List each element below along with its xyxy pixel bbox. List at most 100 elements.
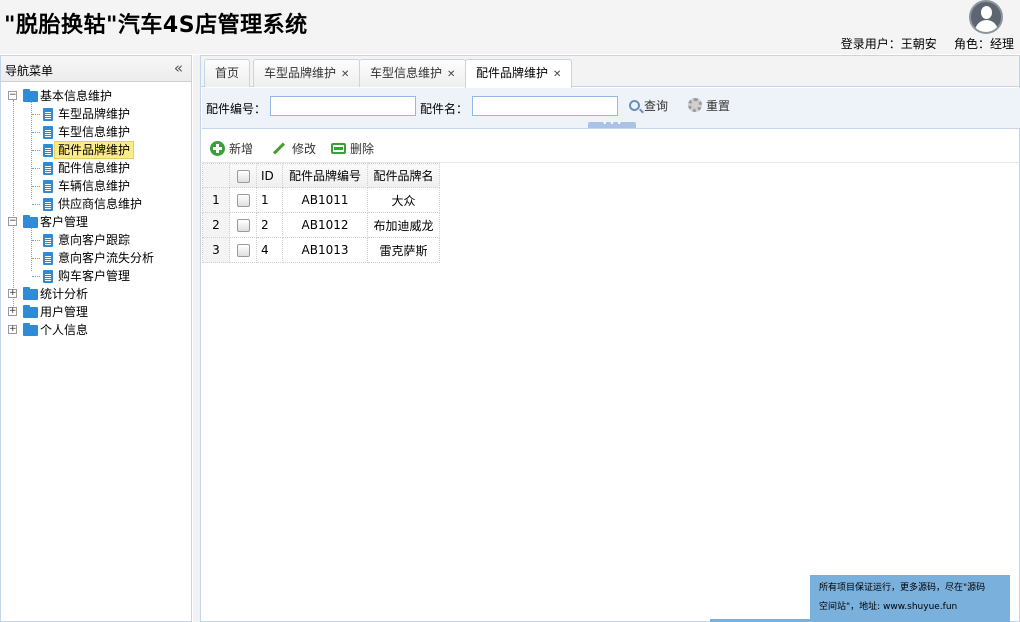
- tree-item-prospect-churn[interactable]: 意向客户流失分析: [1, 249, 191, 267]
- delete-label: 删除: [350, 142, 375, 156]
- delete-icon: [331, 143, 346, 154]
- column-header-name[interactable]: 配件品牌名: [367, 163, 440, 188]
- search-icon: [629, 100, 640, 111]
- table-row[interactable]: 1 1 AB1011 大众: [202, 187, 440, 213]
- column-header-id[interactable]: ID: [256, 163, 283, 188]
- sidebar-title: 导航菜单: [5, 64, 54, 78]
- table-row[interactable]: 2 2 AB1012 布加迪威龙: [202, 212, 440, 238]
- cell-id: 2: [256, 212, 283, 238]
- close-tab-icon[interactable]: ✕: [553, 69, 561, 80]
- tree-item-vehicle-info[interactable]: 车辆信息维护: [1, 177, 191, 195]
- row-checkbox[interactable]: [236, 244, 250, 257]
- tree-item-part-brand[interactable]: 配件品牌维护: [1, 141, 191, 159]
- user-avatar-icon[interactable]: [969, 0, 1003, 34]
- add-button[interactable]: 新增: [210, 140, 253, 158]
- tree-item-label: 购车客户管理: [58, 269, 131, 283]
- tab-vehicle-brand[interactable]: 车型品牌维护 ✕: [253, 59, 361, 87]
- folder-icon: [23, 323, 38, 336]
- row-checkbox-cell: [229, 187, 257, 213]
- tree-item-vehicle-brand[interactable]: 车型品牌维护: [1, 105, 191, 123]
- row-number: 2: [202, 212, 230, 238]
- tree-item-supplier-info[interactable]: 供应商信息维护: [1, 195, 191, 213]
- gear-icon: [688, 98, 702, 112]
- cell-name: 雷克萨斯: [367, 237, 440, 263]
- cell-id: 4: [256, 237, 283, 263]
- delete-button[interactable]: 删除: [331, 140, 374, 158]
- nav-sidebar: 导航菜单 « − 基本信息维护 车型品牌维护 车型信息维护 配件品牌维护 配件信…: [0, 55, 192, 622]
- document-icon: [43, 108, 53, 121]
- document-icon: [43, 162, 53, 175]
- pencil-icon: [272, 142, 286, 155]
- folder-open-icon: [23, 89, 38, 102]
- main-panel: 首页 车型品牌维护 ✕ 车型信息维护 ✕ 配件品牌维护 ✕ 配件编号： 配件名： 查询…: [200, 55, 1020, 622]
- tree-item-label: 车型信息维护: [58, 125, 131, 139]
- tree-group-statistics[interactable]: + 统计分析: [1, 285, 191, 303]
- tree-group-personal-info[interactable]: + 个人信息: [1, 321, 191, 339]
- row-checkbox-cell: [229, 237, 257, 263]
- document-icon: [43, 126, 53, 139]
- close-tab-icon[interactable]: ✕: [447, 69, 455, 80]
- collapse-toggle-icon[interactable]: −: [8, 217, 17, 226]
- tab-label: 配件品牌维护: [476, 66, 549, 80]
- part-brand-grid: ID 配件品牌编号 配件品牌名 1 1 AB1011 大众 2 2 AB1012…: [202, 163, 440, 263]
- query-button[interactable]: 查询: [629, 97, 668, 115]
- table-row[interactable]: 3 4 AB1013 雷克萨斯: [202, 237, 440, 263]
- sidebar-header: 导航菜单 «: [1, 56, 191, 82]
- tree-item-part-info[interactable]: 配件信息维护: [1, 159, 191, 177]
- tree-item-label: 车辆信息维护: [58, 179, 131, 193]
- search-panel: 配件编号： 配件名： 查询 重置 • • •: [202, 88, 1020, 129]
- column-header-code[interactable]: 配件品牌编号: [282, 163, 368, 188]
- tree-group-customer[interactable]: − 客户管理: [1, 213, 191, 231]
- tree-item-label: 车型品牌维护: [58, 107, 131, 121]
- tree-group-basic-info[interactable]: − 基本信息维护: [1, 87, 191, 105]
- expand-toggle-icon[interactable]: +: [8, 289, 17, 298]
- tab-label: 车型信息维护: [370, 66, 443, 80]
- expand-toggle-icon[interactable]: +: [8, 325, 17, 334]
- document-icon: [43, 252, 53, 265]
- document-icon: [43, 270, 53, 283]
- tree-item-label: 配件信息维护: [58, 161, 131, 175]
- tree-group-user-management[interactable]: + 用户管理: [1, 303, 191, 321]
- tab-part-brand[interactable]: 配件品牌维护 ✕: [465, 59, 573, 88]
- folder-icon: [23, 287, 38, 300]
- row-checkbox-cell: [229, 212, 257, 238]
- part-name-input[interactable]: [472, 96, 618, 116]
- row-checkbox[interactable]: [236, 194, 250, 207]
- cell-name: 大众: [367, 187, 440, 213]
- cell-code: AB1013: [282, 237, 368, 263]
- role-label: 角色：经理: [953, 37, 1014, 51]
- tree-group-label: 基本信息维护: [40, 89, 113, 103]
- row-number-header: [202, 163, 230, 188]
- row-checkbox[interactable]: [236, 219, 250, 232]
- grid-header-row: ID 配件品牌编号 配件品牌名: [202, 163, 440, 188]
- tab-home[interactable]: 首页: [204, 59, 251, 87]
- expand-toggle-icon[interactable]: +: [8, 307, 17, 316]
- grid-toolbar: 新增 修改 删除: [202, 135, 1020, 163]
- document-icon: [43, 234, 53, 247]
- layout-splitter[interactable]: [193, 55, 200, 622]
- cell-name: 布加迪威龙: [367, 212, 440, 238]
- tab-label: 首页: [215, 66, 240, 80]
- ad-text-line2: 空间站"，地址: www.shuyue.fun: [819, 602, 958, 612]
- edit-button[interactable]: 修改: [272, 140, 316, 158]
- tree-item-buyer-management[interactable]: 购车客户管理: [1, 267, 191, 285]
- tab-vehicle-model[interactable]: 车型信息维护 ✕: [359, 59, 467, 87]
- select-all-checkbox[interactable]: [236, 169, 250, 183]
- collapse-toggle-icon[interactable]: −: [8, 91, 17, 100]
- nav-tree: − 基本信息维护 车型品牌维护 车型信息维护 配件品牌维护 配件信息维护 车辆信…: [1, 82, 191, 339]
- panel-collapse-grip[interactable]: • • •: [588, 120, 636, 128]
- tab-label: 车型品牌维护: [264, 66, 337, 80]
- part-code-input[interactable]: [270, 96, 416, 116]
- close-tab-icon[interactable]: ✕: [341, 69, 349, 80]
- tree-item-prospect-tracking[interactable]: 意向客户跟踪: [1, 231, 191, 249]
- collapse-sidebar-icon[interactable]: «: [174, 59, 183, 77]
- tree-group-label: 统计分析: [40, 287, 89, 301]
- login-user-label: 登录用户：王朝安: [840, 37, 937, 51]
- tree-item-vehicle-model[interactable]: 车型信息维护: [1, 123, 191, 141]
- add-icon: [210, 141, 225, 156]
- reset-button[interactable]: 重置: [688, 97, 730, 115]
- user-info: 登录用户：王朝安 角色：经理: [839, 35, 1014, 52]
- reset-label: 重置: [706, 99, 731, 113]
- edit-label: 修改: [292, 142, 317, 156]
- tree-item-label: 意向客户流失分析: [58, 251, 155, 265]
